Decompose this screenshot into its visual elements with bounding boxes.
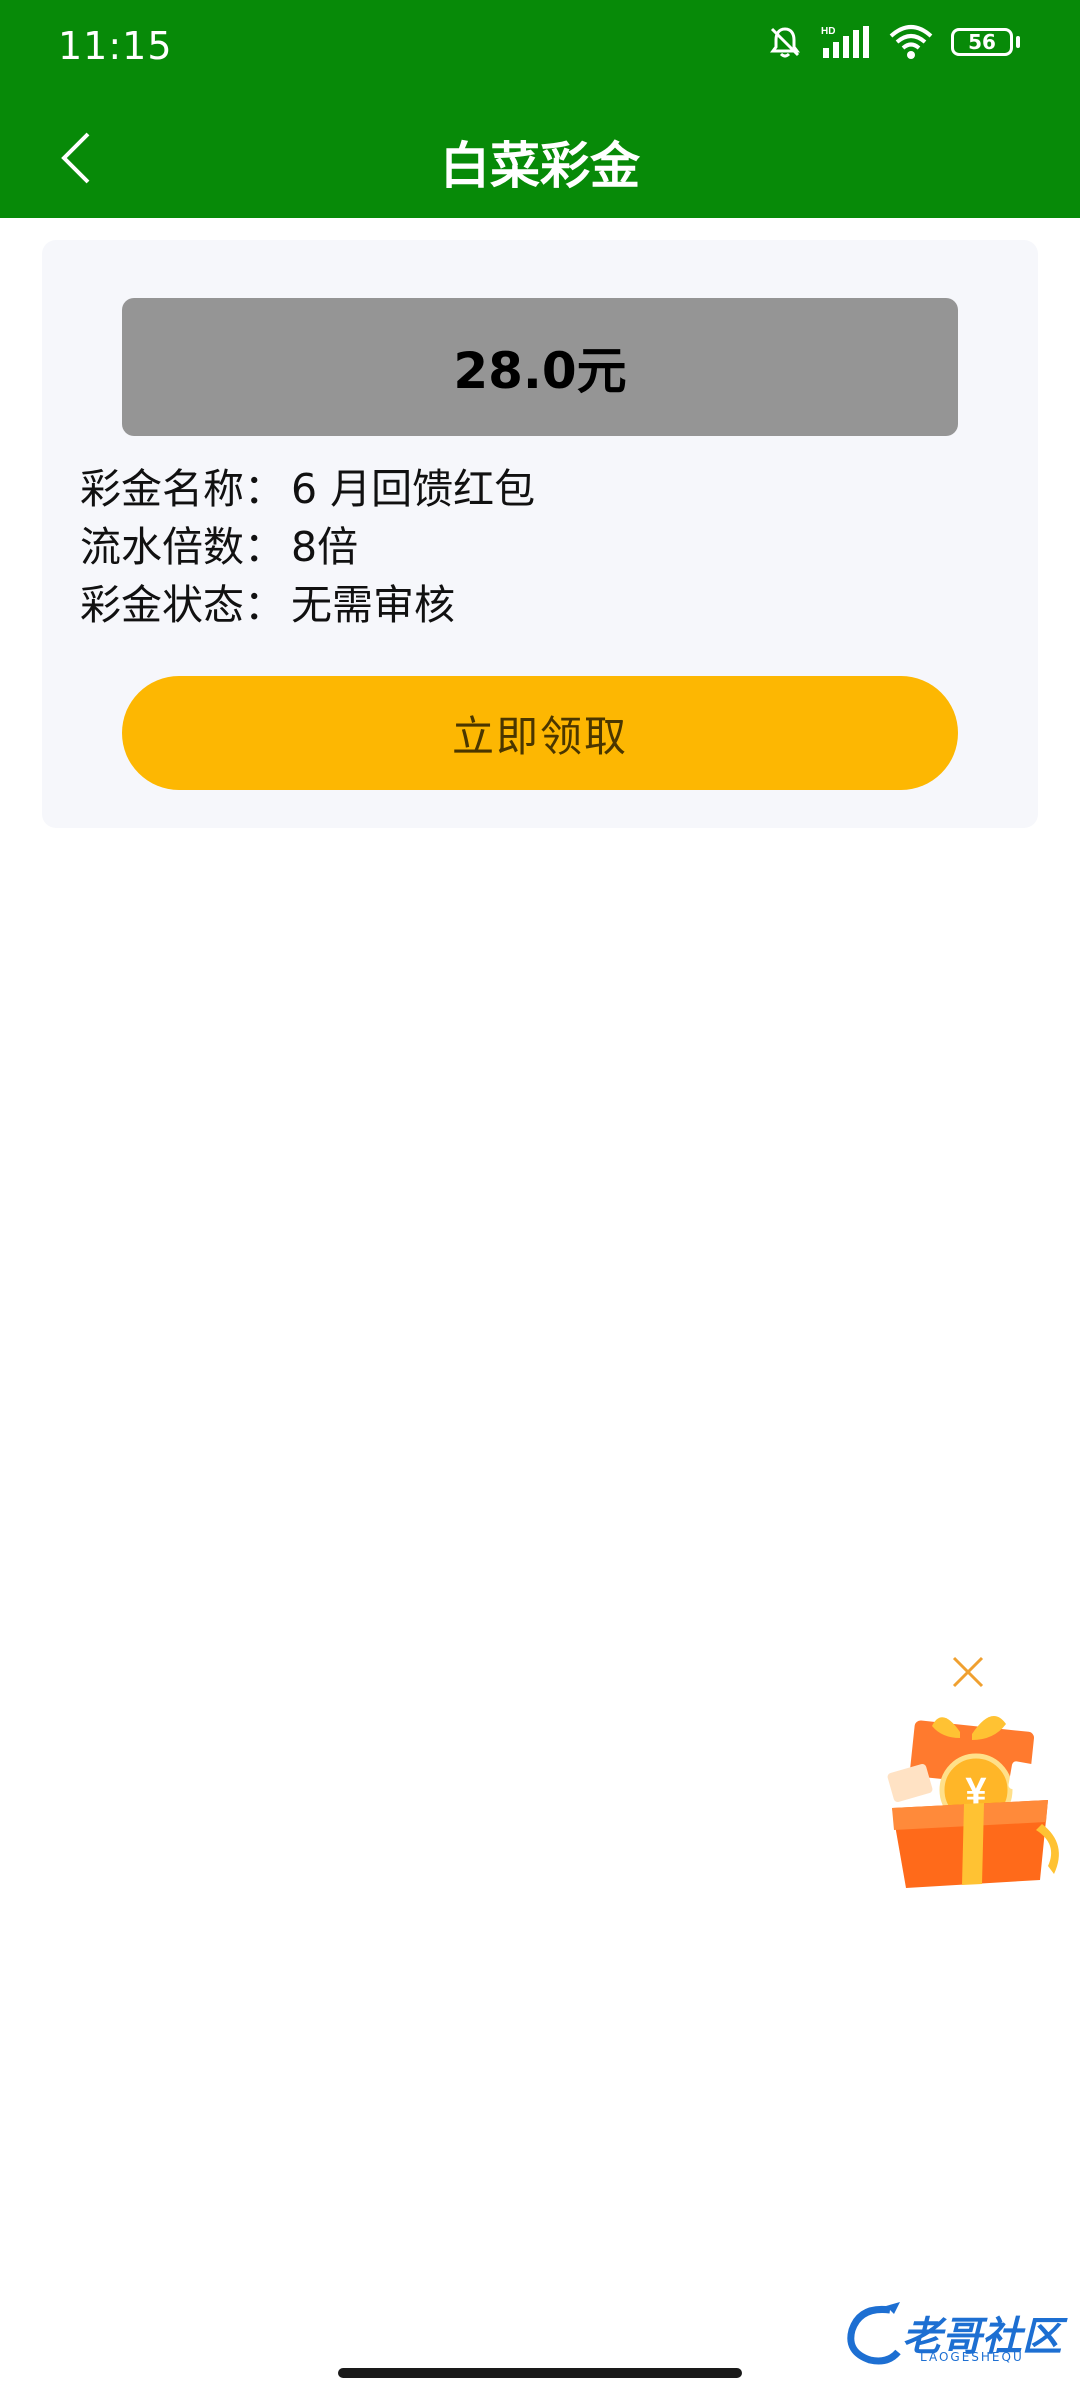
status-time: 11:15 bbox=[58, 24, 173, 68]
info-label: 彩金名称： bbox=[80, 465, 285, 513]
bell-off-icon bbox=[770, 27, 800, 58]
battery-body: 56 bbox=[951, 28, 1013, 56]
close-icon[interactable] bbox=[946, 1650, 990, 1694]
info-value: 6 月回馈红包 bbox=[291, 465, 536, 513]
nav-bar: 白菜彩金 bbox=[0, 96, 1080, 218]
info-value: 无需审核 bbox=[291, 581, 455, 629]
svg-text:HD: HD bbox=[821, 26, 835, 37]
gift-box-icon[interactable]: ¥ bbox=[872, 1704, 1068, 1890]
bonus-info-list: 彩金名称： 6 月回馈红包 流水倍数： 8倍 彩金状态： 无需审核 bbox=[80, 456, 980, 630]
watermark-logo: 老哥社区 LAOGESHEQU bbox=[840, 2300, 1066, 2370]
dragon-logo-icon bbox=[847, 2302, 901, 2365]
info-value: 8倍 bbox=[291, 523, 359, 571]
battery-icon: 56 bbox=[951, 28, 1020, 56]
hd-signal-icon: HD bbox=[821, 26, 869, 58]
battery-level: 56 bbox=[968, 30, 996, 54]
page-title: 白菜彩金 bbox=[440, 137, 640, 195]
battery-cap bbox=[1016, 36, 1020, 48]
claim-button[interactable]: 立即领取 bbox=[122, 676, 958, 790]
claim-button-label: 立即领取 bbox=[451, 711, 628, 761]
wifi-icon bbox=[889, 25, 933, 59]
info-row-name: 彩金名称： 6 月回馈红包 bbox=[80, 456, 980, 514]
amount-box: 28.0元 bbox=[122, 298, 958, 436]
info-row-turnover: 流水倍数： 8倍 bbox=[80, 514, 980, 572]
home-indicator[interactable] bbox=[338, 2368, 742, 2378]
status-icons: HD 56 bbox=[767, 24, 1020, 60]
info-label: 彩金状态： bbox=[80, 581, 285, 629]
bonus-amount: 28.0元 bbox=[453, 342, 627, 400]
watermark-subtext: LAOGESHEQU bbox=[920, 2350, 1024, 2364]
info-row-status: 彩金状态： 无需审核 bbox=[80, 572, 980, 630]
info-label: 流水倍数： bbox=[80, 523, 285, 571]
bonus-card: 28.0元 彩金名称： 6 月回馈红包 流水倍数： 8倍 彩金状态： 无需审核 … bbox=[42, 240, 1038, 828]
status-bar: 11:15 HD 56 bbox=[0, 0, 1080, 96]
